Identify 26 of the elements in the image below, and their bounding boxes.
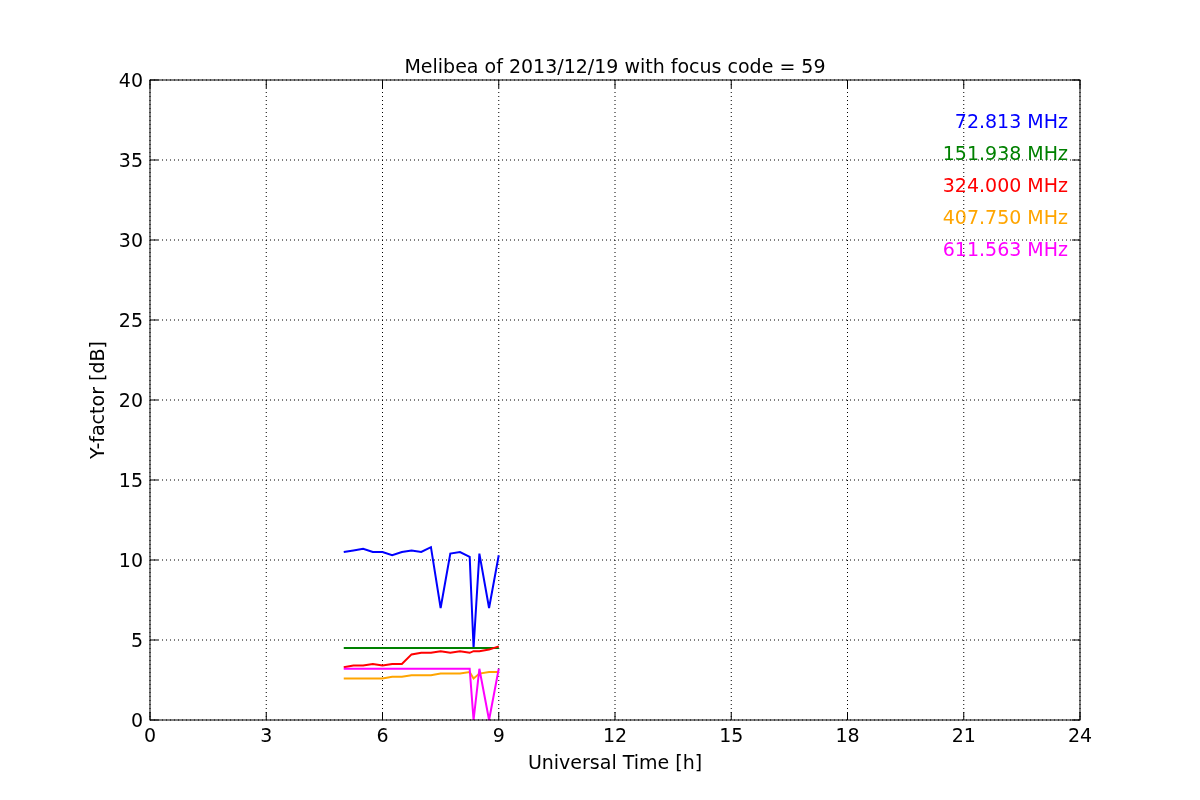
y-tick-label: 35: [118, 149, 143, 171]
y-tick-label: 10: [118, 549, 143, 571]
x-tick-label: 9: [492, 724, 505, 746]
y-tick-label: 15: [118, 469, 143, 491]
x-tick-label: 3: [260, 724, 273, 746]
x-axis-title: Universal Time [h]: [527, 751, 703, 773]
x-tick-label: 24: [1067, 724, 1093, 746]
chart-title: Melibea of 2013/12/19 with focus code = 59: [404, 55, 826, 77]
y-tick-label: 40: [118, 69, 143, 91]
legend-label: 407.750 MHz: [942, 206, 1068, 228]
legend-label: 611.563 MHz: [942, 238, 1068, 260]
legend-label: 151.938 MHz: [942, 142, 1068, 164]
x-tick-label: 12: [602, 724, 628, 746]
legend-label: 72.813 MHz: [954, 110, 1068, 132]
x-tick-label: 18: [835, 724, 860, 746]
x-tick-label: 6: [376, 724, 389, 746]
x-tick-label: 21: [951, 724, 976, 746]
y-tick-label: 30: [118, 229, 143, 251]
y-tick-label: 5: [130, 629, 143, 651]
y-tick-label: 20: [118, 389, 143, 411]
y-tick-label: 25: [118, 309, 143, 331]
legend-label: 324.000 MHz: [942, 174, 1068, 196]
x-tick-label: 0: [143, 724, 157, 746]
y-axis-title: Y-factor [dB]: [86, 341, 108, 459]
x-tick-label: 15: [719, 724, 744, 746]
y-tick-label: 0: [130, 709, 143, 731]
